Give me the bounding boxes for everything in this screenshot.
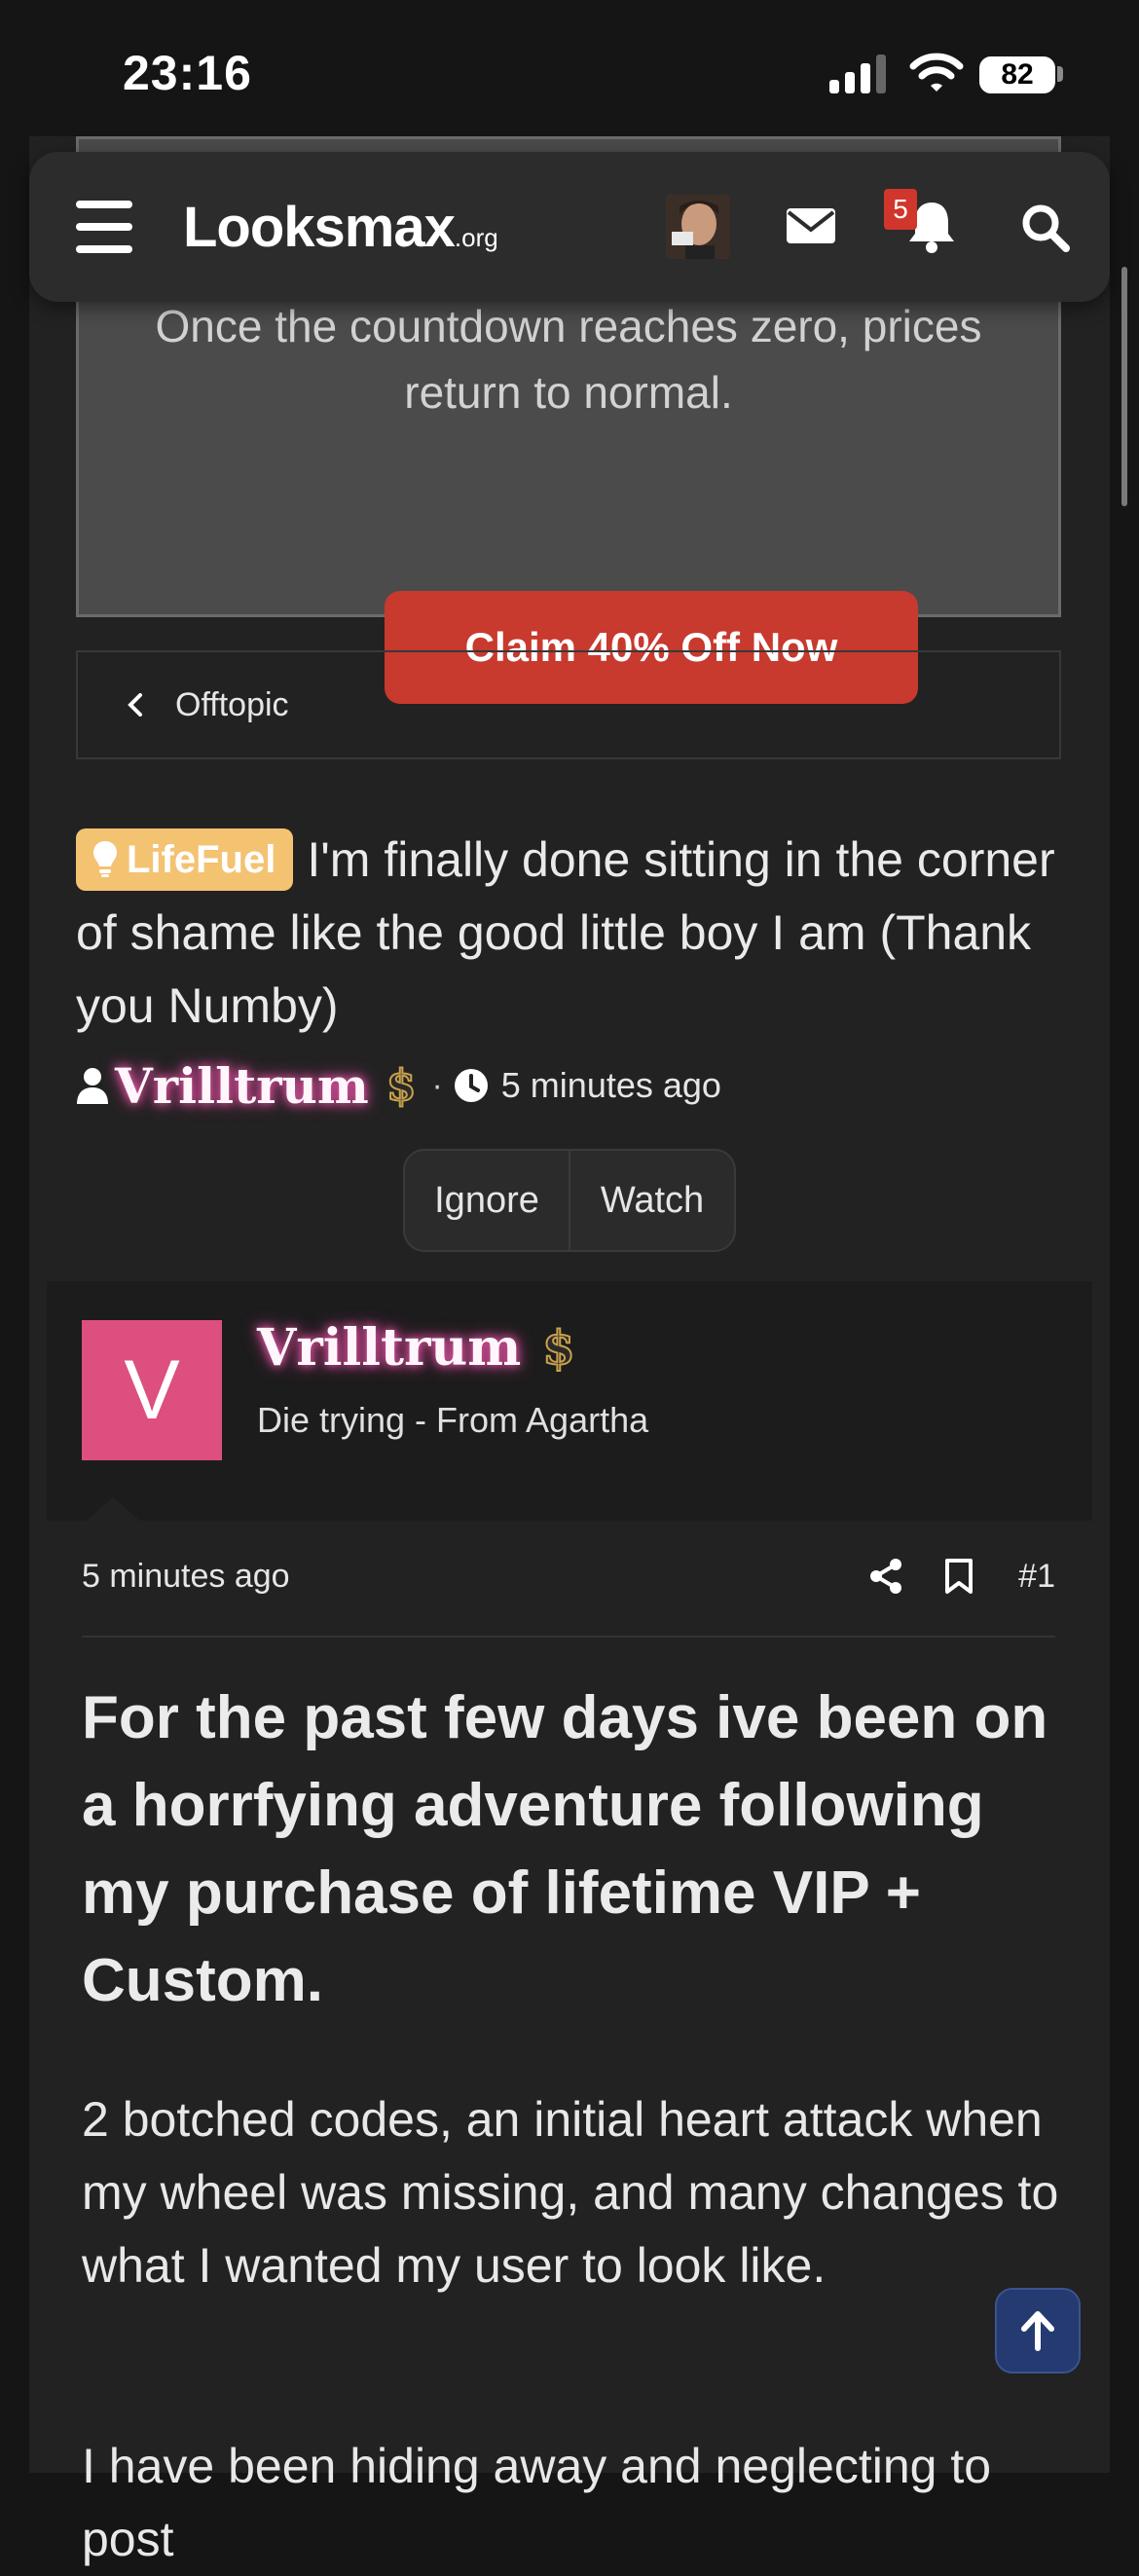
chevron-left-icon xyxy=(128,693,142,717)
post-number[interactable]: #1 xyxy=(1018,1558,1055,1596)
scroll-to-top-button[interactable] xyxy=(995,2288,1081,2374)
wifi-icon xyxy=(909,53,964,92)
user-icon xyxy=(77,1068,108,1104)
battery-cap xyxy=(1057,66,1063,82)
post-username-row: Vrilltrum $ xyxy=(257,1318,576,1378)
status-time: 23:16 xyxy=(123,46,252,100)
status-bar: 23:16 82 xyxy=(0,0,1139,136)
thread-time[interactable]: 5 minutes ago xyxy=(501,1065,721,1106)
promo-text-line1: Once the countdown reaches zero, prices xyxy=(155,301,982,351)
notification-badge: 5 xyxy=(884,189,917,230)
breadcrumb-label: Offtopic xyxy=(175,685,289,723)
post-meta: 5 minutes ago #1 xyxy=(82,1550,1055,1602)
thread-prefix-label: LifeFuel xyxy=(127,838,276,881)
post-vip-badge: $ xyxy=(541,1320,575,1377)
lightbulb-icon xyxy=(93,841,117,877)
logo-text: Looksmax xyxy=(183,196,456,259)
battery-indicator: 82 xyxy=(979,56,1055,93)
user-title: Die trying - From Agartha xyxy=(257,1400,649,1440)
arrow-up-icon xyxy=(1021,2311,1054,2351)
thread-title: LifeFuel I'm finally done sitting in the … xyxy=(76,824,1069,1043)
user-avatar[interactable] xyxy=(666,195,730,259)
search-icon[interactable] xyxy=(1020,202,1071,253)
promo-text-line2: return to normal. xyxy=(404,367,733,418)
meta-separator: · xyxy=(431,1066,443,1104)
post-heading: For the past few days ive been on a horr… xyxy=(82,1684,1048,2014)
watch-button[interactable]: Watch xyxy=(569,1151,734,1250)
thread-actions: Ignore Watch xyxy=(403,1149,736,1252)
post-user-header: V Vrilltrum $ Die trying - From Agartha xyxy=(47,1281,1092,1521)
post-meta-actions: #1 xyxy=(868,1558,1055,1596)
breadcrumb[interactable]: Offtopic xyxy=(76,650,1061,759)
menu-icon[interactable] xyxy=(76,199,132,255)
share-icon[interactable] xyxy=(868,1558,903,1595)
post-divider xyxy=(82,1636,1055,1638)
thread-author-link[interactable]: Vrilltrum xyxy=(115,1057,369,1115)
logo-suffix: .org xyxy=(454,223,498,252)
post-username[interactable]: Vrilltrum xyxy=(257,1318,521,1378)
top-nav: Looksmax.org 5 xyxy=(29,152,1110,302)
vip-badge: $ xyxy=(386,1060,418,1112)
avatar-image xyxy=(666,195,730,259)
bookmark-icon[interactable] xyxy=(944,1558,974,1595)
site-logo[interactable]: Looksmax.org xyxy=(183,195,498,260)
cellular-signal-icon xyxy=(829,55,886,93)
thread-prefix-badge[interactable]: LifeFuel xyxy=(76,828,294,891)
ignore-button[interactable]: Ignore xyxy=(405,1151,569,1250)
post-avatar[interactable]: V xyxy=(82,1320,222,1460)
post-paragraph-2: I have been hiding away and neglecting t… xyxy=(82,2439,992,2566)
mail-icon[interactable] xyxy=(787,206,835,245)
page-scrollbar[interactable] xyxy=(1121,267,1127,506)
clock-icon xyxy=(454,1069,488,1102)
thread-meta: Vrilltrum $ · 5 minutes ago xyxy=(76,1053,721,1118)
header-notch xyxy=(84,1497,142,1523)
post-paragraph-1: 2 botched codes, an initial heart attack… xyxy=(82,2092,1059,2293)
promo-text: Once the countdown reaches zero, prices … xyxy=(79,293,1058,425)
post-date[interactable]: 5 minutes ago xyxy=(82,1558,290,1596)
